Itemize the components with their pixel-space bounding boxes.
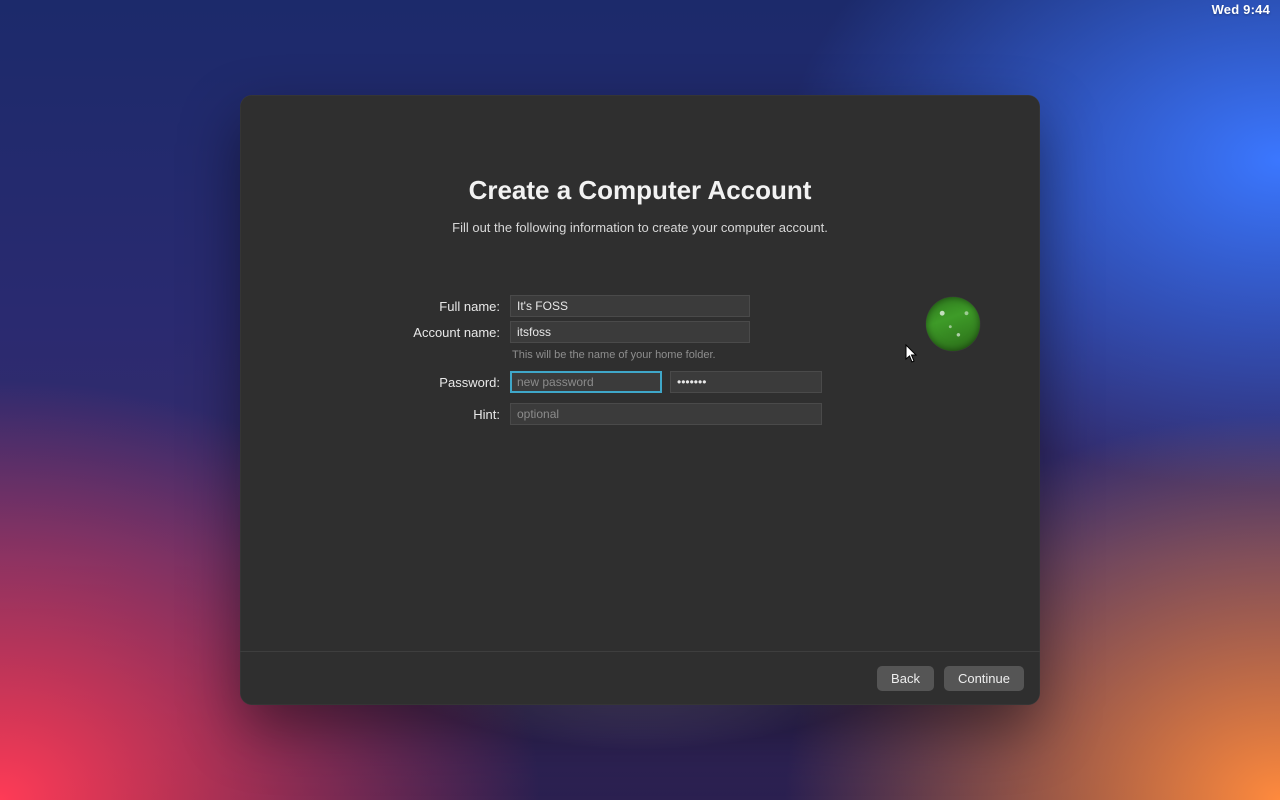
hint-label: Hint: (300, 407, 500, 422)
account-avatar[interactable] (926, 297, 980, 351)
password-input[interactable] (510, 371, 662, 393)
password-label: Password: (300, 375, 500, 390)
back-button[interactable]: Back (877, 666, 934, 691)
full-name-input[interactable] (510, 295, 750, 317)
account-form: Full name: Account name: This will be th… (300, 295, 980, 435)
row-full-name: Full name: (300, 295, 902, 317)
row-hint: Hint: (300, 403, 902, 425)
dialog-subtitle: Fill out the following information to cr… (300, 220, 980, 235)
account-name-hint: This will be the name of your home folde… (512, 349, 902, 361)
continue-button[interactable]: Continue (944, 666, 1024, 691)
setup-dialog: Create a Computer Account Fill out the f… (240, 95, 1040, 705)
password-verify-input[interactable] (670, 371, 822, 393)
menubar-datetime: Wed 9:44 (1212, 2, 1270, 17)
hint-input[interactable] (510, 403, 822, 425)
account-name-label: Account name: (300, 325, 500, 340)
dialog-footer: Back Continue (240, 651, 1040, 705)
dialog-body: Create a Computer Account Fill out the f… (240, 95, 1040, 651)
row-password: Password: (300, 371, 902, 393)
account-name-input[interactable] (510, 321, 750, 343)
row-account-name: Account name: (300, 321, 902, 343)
full-name-label: Full name: (300, 299, 500, 314)
dialog-title: Create a Computer Account (300, 175, 980, 206)
